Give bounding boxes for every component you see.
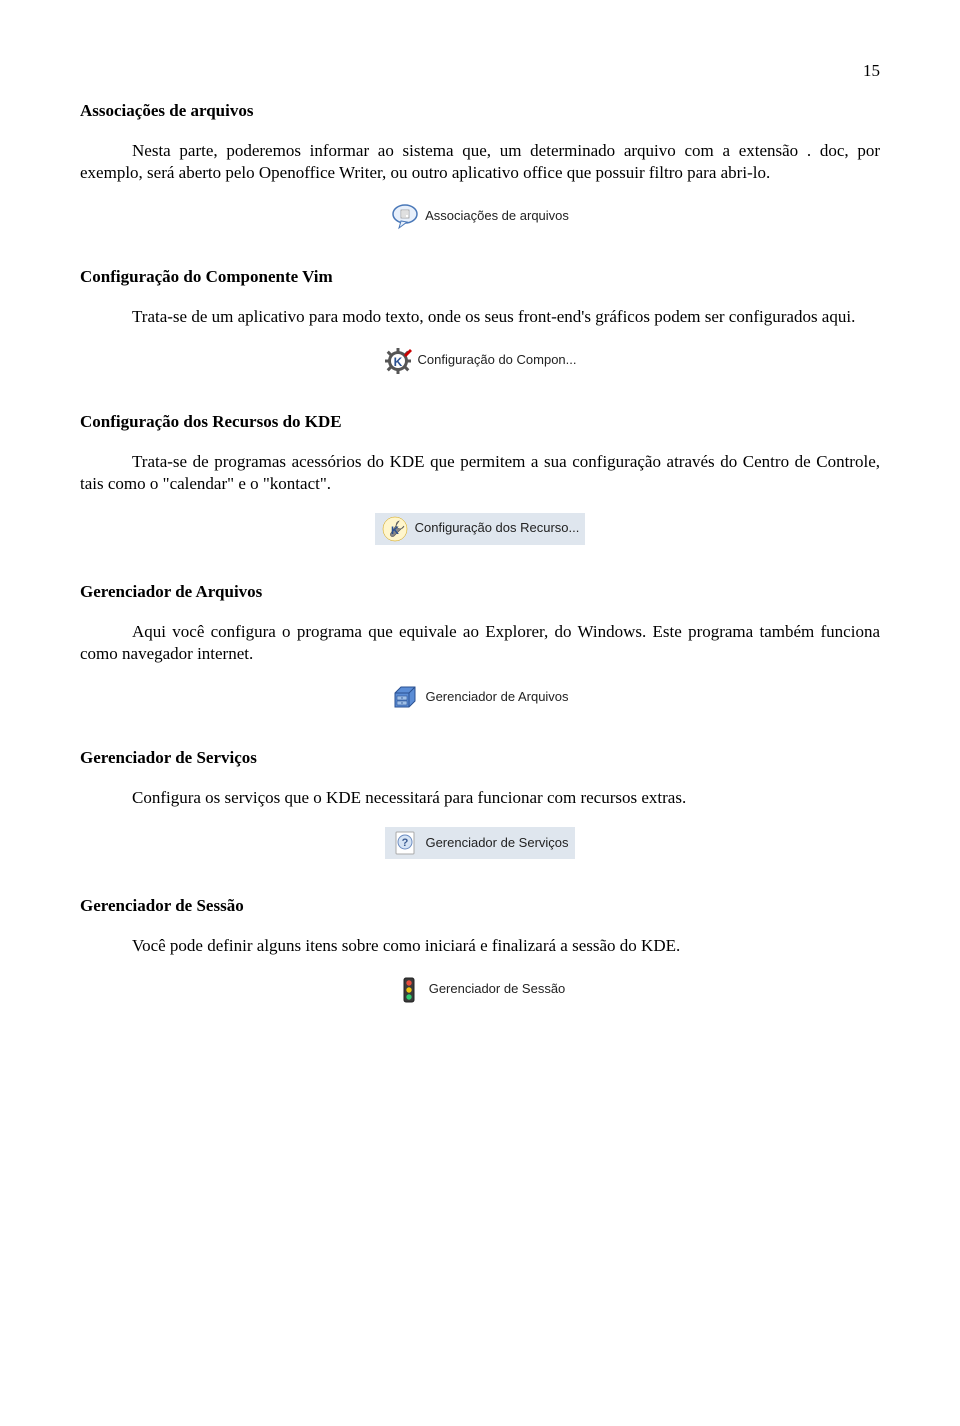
svg-text:?: ?: [402, 837, 409, 849]
question-page-icon: ?: [391, 829, 419, 857]
svg-text:K: K: [391, 525, 399, 537]
paragraph-text: Configura os serviços que o KDE necessit…: [80, 787, 880, 809]
heading-gerenciador-sessao: Gerenciador de Sessão: [80, 895, 880, 917]
icon-label: Gerenciador de Arquivos: [425, 689, 568, 706]
icon-row: K Configuração do Compon...: [80, 347, 880, 375]
icon-label: Gerenciador de Serviços: [425, 835, 568, 852]
svg-text:K: K: [393, 355, 402, 369]
paragraph-text: Trata-se de um aplicativo para modo text…: [80, 306, 880, 328]
wrench-k-icon: K: [381, 515, 409, 543]
drawer-icon: [391, 683, 419, 711]
icon-row: ? Gerenciador de Serviços: [80, 827, 880, 859]
heading-configuracao-recursos-kde: Configuração dos Recursos do KDE: [80, 411, 880, 433]
icon-label: Configuração do Compon...: [418, 352, 577, 369]
icon-row: K Configuração dos Recurso...: [80, 513, 880, 545]
heading-configuracao-vim: Configuração do Componente Vim: [80, 266, 880, 288]
icon-row: Gerenciador de Sessão: [80, 976, 880, 1004]
traffic-light-icon: [395, 976, 423, 1004]
icon-label: Gerenciador de Sessão: [429, 981, 566, 998]
heading-gerenciador-arquivos: Gerenciador de Arquivos: [80, 581, 880, 603]
paragraph-text: Trata-se de programas acessórios do KDE …: [80, 451, 880, 495]
gear-k-icon: K: [384, 347, 412, 375]
icon-label: Configuração dos Recurso...: [415, 520, 580, 537]
paragraph-text: Aqui você configura o programa que equiv…: [80, 621, 880, 665]
icon-row: Gerenciador de Arquivos: [80, 683, 880, 711]
paragraph-text: Você pode definir alguns itens sobre com…: [80, 935, 880, 957]
heading-gerenciador-servicos: Gerenciador de Serviços: [80, 747, 880, 769]
highlighted-item: K Configuração dos Recurso...: [375, 513, 586, 545]
speech-bubble-icon: [391, 202, 419, 230]
icon-row: Associações de arquivos: [80, 202, 880, 230]
paragraph-text: Nesta parte, poderemos informar ao siste…: [80, 140, 880, 184]
highlighted-item: ? Gerenciador de Serviços: [385, 827, 574, 859]
heading-associacoes-arquivos: Associações de arquivos: [80, 100, 880, 122]
page-number: 15: [80, 60, 880, 82]
icon-label: Associações de arquivos: [425, 208, 569, 225]
